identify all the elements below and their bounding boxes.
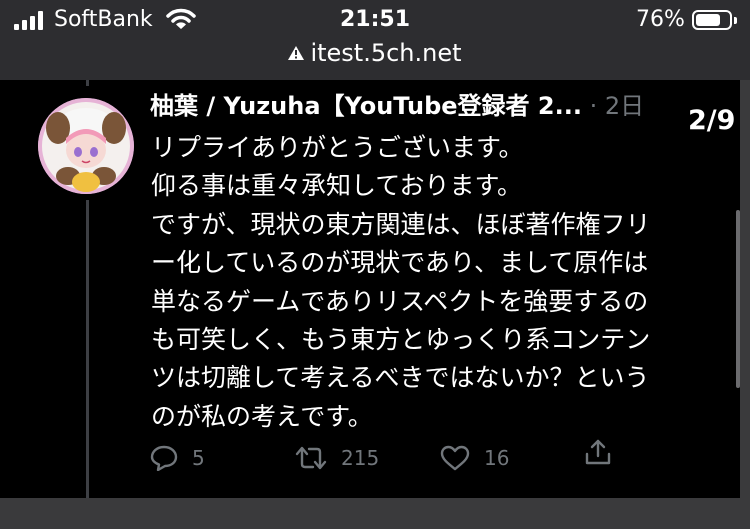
tweet-text-line: ツは切離して考えるべきではないか？という bbox=[151, 363, 650, 393]
reply-count: 5 bbox=[192, 446, 205, 470]
avatar[interactable] bbox=[38, 98, 134, 194]
retweet-button[interactable]: 215 bbox=[295, 438, 379, 478]
author-name[interactable]: 柚葉 / Yuzuha【YouTube登録者 2... bbox=[150, 92, 582, 120]
avatar-illustration bbox=[38, 98, 134, 194]
tweet-text-line: 単なるゲームでありリスペクトを強要するの bbox=[151, 286, 649, 316]
thread-line-top bbox=[86, 80, 89, 86]
tweet-date[interactable]: 2日 bbox=[605, 92, 644, 120]
warning-icon bbox=[288, 46, 305, 60]
browser-status-bar: SoftBank 21:51 76% itest.5ch.net bbox=[0, 0, 750, 80]
like-count: 16 bbox=[484, 446, 510, 470]
battery-percent: 76% bbox=[636, 7, 685, 32]
retweet-icon bbox=[295, 446, 327, 470]
share-button[interactable] bbox=[584, 438, 612, 466]
retweet-count: 215 bbox=[341, 446, 380, 470]
reply-button[interactable]: 5 bbox=[150, 438, 205, 478]
separator-dot: · bbox=[589, 92, 598, 120]
tweet-text: リプライありがとうございます。 仰る事は重々承知しております。 ですが、現状の東… bbox=[151, 129, 711, 436]
tweet-text-line: 仰る事は重々承知しております。 bbox=[151, 171, 523, 201]
tweet-text-line: リプライありがとうございます。 bbox=[151, 133, 524, 162]
tweet[interactable]: 柚葉 / Yuzuha【YouTube登録者 2... · 2日 2/9 リプラ… bbox=[0, 80, 740, 498]
tweet-text-line: ですが、現状の東方関連は、ほぼ著作権フリ bbox=[151, 209, 651, 239]
like-button[interactable]: 16 bbox=[440, 438, 509, 478]
tweet-text-line: のが私の考えです。 bbox=[151, 401, 373, 431]
share-icon bbox=[585, 439, 611, 465]
battery-icon bbox=[692, 10, 732, 30]
url-text: itest.5ch.net bbox=[310, 39, 462, 67]
scrollbar[interactable] bbox=[736, 210, 740, 388]
address-bar[interactable]: itest.5ch.net bbox=[0, 38, 750, 68]
thread-line bbox=[86, 200, 89, 498]
tweet-text-line: ー化しているのが現状であり、まして原作は bbox=[151, 248, 649, 278]
tweet-actions: 5 215 16 bbox=[150, 438, 630, 478]
tweet-text-line: も可笑しく、もう東方とゆっくり系コンテン bbox=[151, 325, 651, 355]
heart-icon bbox=[440, 445, 470, 471]
tweet-header: 柚葉 / Yuzuha【YouTube登録者 2... · 2日 bbox=[150, 90, 644, 122]
battery-tip bbox=[734, 17, 737, 24]
reply-icon bbox=[150, 445, 178, 471]
